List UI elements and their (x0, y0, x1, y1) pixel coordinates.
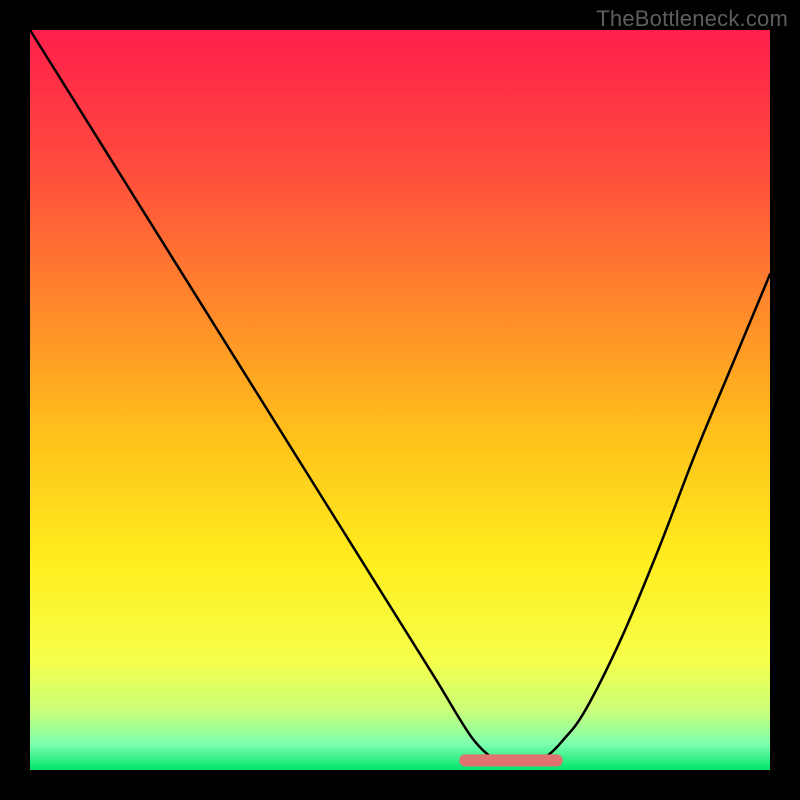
gradient-background (30, 30, 770, 770)
watermark-text: TheBottleneck.com (596, 6, 788, 32)
chart-frame: TheBottleneck.com (0, 0, 800, 800)
optimal-band-marker (459, 754, 563, 766)
bottleneck-chart (30, 30, 770, 770)
plot-area (30, 30, 770, 770)
